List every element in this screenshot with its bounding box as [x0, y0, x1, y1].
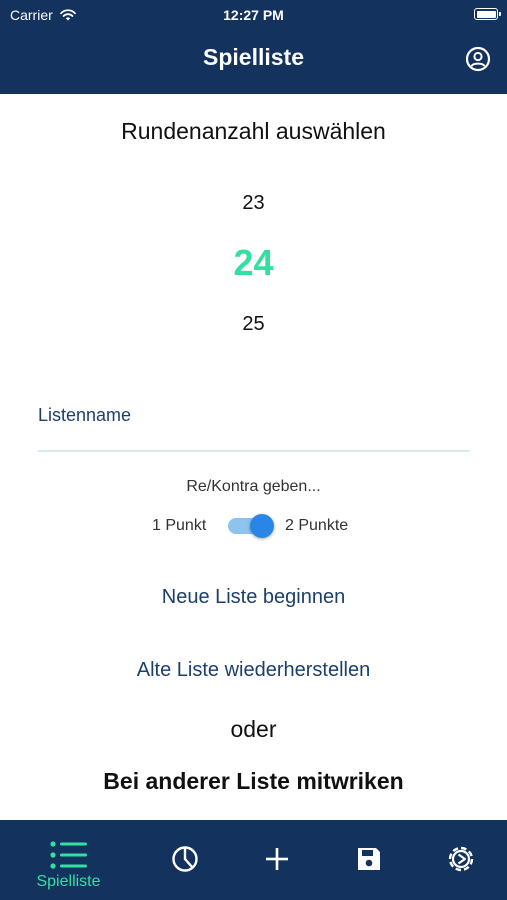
toggle-right-label: 2 Punkte: [285, 517, 349, 534]
battery-icon: [474, 8, 501, 20]
toggle-left-label: 1 Punkt: [152, 517, 207, 534]
new-list-button[interactable]: Neue Liste beginnen: [0, 586, 507, 609]
switch-knob: [250, 514, 274, 538]
save-icon: [357, 848, 380, 870]
rounds-heading: Rundenanzahl auswählen: [121, 118, 386, 144]
status-bar: Carrier 12:27 PM: [0, 5, 507, 25]
tab-spielliste-label: Spielliste: [36, 873, 101, 890]
account-circle-icon[interactable]: [465, 46, 491, 72]
re-kontra-label: Re/Kontra geben...: [186, 478, 321, 495]
rounds-option-prev[interactable]: 23: [0, 192, 507, 215]
tab-bar: Spielliste: [0, 820, 507, 900]
tab-settings[interactable]: [410, 820, 507, 900]
settings-icon: [448, 846, 473, 872]
page-title: Spielliste: [203, 44, 304, 70]
top-bar: Carrier 12:27 PM Spielliste: [0, 0, 507, 94]
re-kontra-switch[interactable]: [228, 514, 274, 538]
list-icon: [49, 841, 87, 869]
re-kontra-toggle-row: 1 Punkt 2 Punkte: [0, 512, 507, 542]
join-list-button[interactable]: Bei anderer Liste mitwriken: [0, 768, 507, 795]
plus-icon: [265, 848, 288, 870]
tab-add[interactable]: [226, 820, 327, 900]
or-separator: oder: [230, 716, 277, 742]
rounds-option-next[interactable]: 25: [0, 313, 507, 336]
tab-spielliste[interactable]: Spielliste: [18, 820, 119, 900]
tab-statistics[interactable]: [134, 820, 235, 900]
rounds-option-selected[interactable]: 24: [0, 242, 507, 284]
pie-chart-icon: [171, 846, 198, 872]
restore-list-button[interactable]: Alte Liste wiederherstellen: [0, 659, 507, 682]
status-time: 12:27 PM: [223, 7, 284, 23]
list-name-field[interactable]: Listenname: [38, 405, 131, 426]
tab-save[interactable]: [318, 820, 419, 900]
list-name-underline: [38, 450, 470, 452]
